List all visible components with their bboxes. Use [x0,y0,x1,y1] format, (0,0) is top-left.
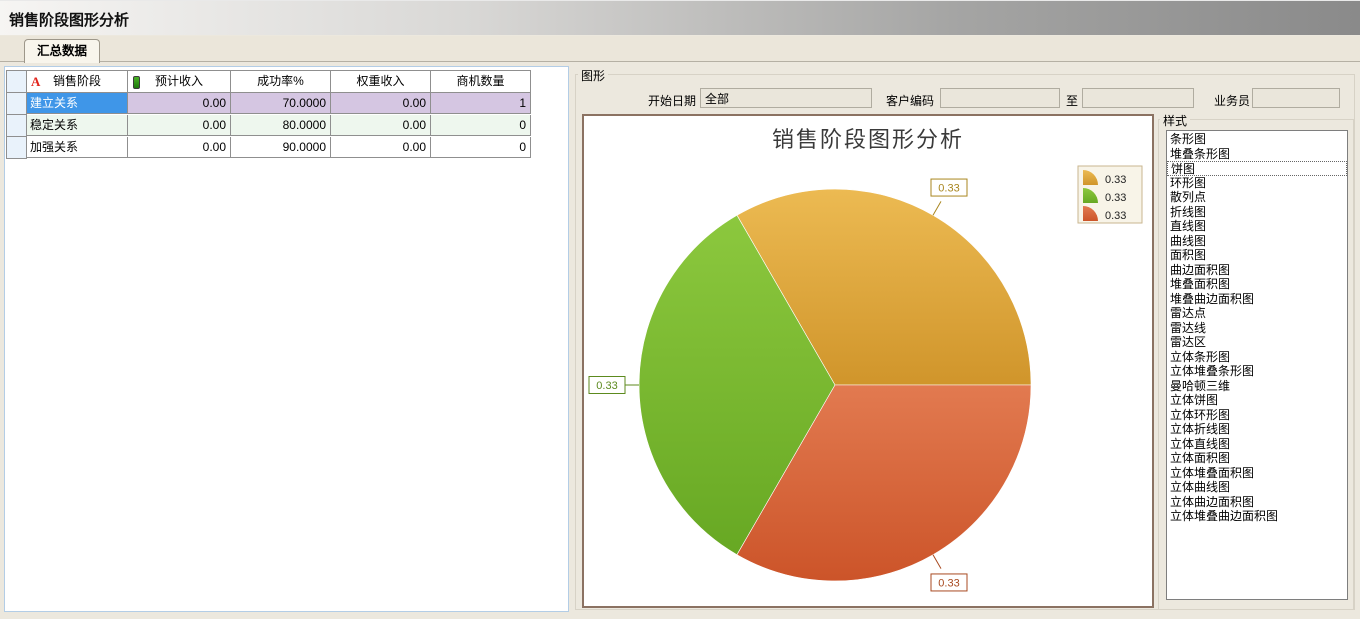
style-option[interactable]: 面积图 [1167,248,1347,263]
style-option[interactable]: 折线图 [1167,205,1347,220]
chart-title: 销售阶段图形分析 [584,122,1152,154]
style-option[interactable]: 雷达线 [1167,321,1347,336]
cell-expected[interactable]: 0.00 [128,93,231,114]
legend-item-value: 0.33 [1105,192,1126,204]
graph-groupbox-label: 图形 [578,67,608,84]
style-option[interactable]: 立体曲边面积图 [1167,495,1347,510]
salesman-input[interactable] [1252,88,1340,108]
cell-stage[interactable]: 建立关系 [27,93,128,114]
style-option[interactable]: 立体堆叠曲边面积图 [1167,509,1347,524]
legend-item-value: 0.33 [1105,210,1126,222]
customer-code-input[interactable] [940,88,1060,108]
tab-summary-data[interactable]: 汇总数据 [24,39,100,63]
column-header-stage[interactable]: A 销售阶段 [27,71,128,93]
style-option[interactable]: 饼图 [1167,161,1347,176]
style-option[interactable]: 直线图 [1167,219,1347,234]
row-selector[interactable] [7,93,27,115]
style-option[interactable]: 立体折线图 [1167,422,1347,437]
style-option[interactable]: 雷达点 [1167,306,1347,321]
style-option[interactable]: 立体饼图 [1167,393,1347,408]
cell-expected[interactable]: 0.00 [128,115,231,136]
style-option[interactable]: 立体堆叠条形图 [1167,364,1347,379]
style-listbox[interactable]: 条形图堆叠条形图饼图环形图散列点折线图直线图曲线图面积图曲边面积图堆叠面积图堆叠… [1166,130,1348,600]
sort-a-icon: A [31,71,40,92]
row-selector[interactable] [7,115,27,137]
chart-area: 销售阶段图形分析 0.33 0.33 0.33 0.33 0.33 0.33 [582,114,1154,608]
window-titlebar: 销售阶段图形分析 [0,0,1360,35]
slice-callout-line [933,201,941,215]
salesman-label: 业务员 [1214,92,1250,109]
window-title: 销售阶段图形分析 [9,9,129,30]
style-option[interactable]: 雷达区 [1167,335,1347,350]
sales-stage-table: A 销售阶段 预计收入 成功率% 权重收入 商机数量 建立关系 0.00 70.… [6,70,531,159]
style-option[interactable]: 立体面积图 [1167,451,1347,466]
cell-stage[interactable]: 稳定关系 [27,115,128,136]
style-option[interactable]: 堆叠面积图 [1167,277,1347,292]
table-row[interactable]: 稳定关系 0.00 80.0000 0.00 0 [7,115,531,137]
cell-count[interactable]: 1 [431,93,531,114]
cell-success[interactable]: 70.0000 [231,93,331,114]
pie-chart: 0.33 0.33 0.33 0.33 0.33 0.33 [584,116,1152,606]
cell-weighted[interactable]: 0.00 [331,115,431,136]
cell-weighted[interactable]: 0.00 [331,137,431,158]
slice-callout-line [933,555,941,569]
style-option[interactable]: 堆叠曲边面积图 [1167,292,1347,307]
slice-value-label: 0.33 [596,380,617,392]
cell-count[interactable]: 0 [431,137,531,158]
start-date-label: 开始日期 [648,92,696,109]
style-option[interactable]: 立体曲线图 [1167,480,1347,495]
style-option[interactable]: 立体环形图 [1167,408,1347,423]
row-selector-header [7,71,27,93]
to-label: 至 [1066,92,1078,109]
filter-pill-icon [133,76,140,89]
style-groupbox-label: 样式 [1160,112,1190,129]
table-header-row: A 销售阶段 预计收入 成功率% 权重收入 商机数量 [7,71,531,93]
column-header-expected-income[interactable]: 预计收入 [128,71,231,93]
cell-expected[interactable]: 0.00 [128,137,231,158]
column-header-success-rate[interactable]: 成功率% [231,71,331,93]
start-date-input[interactable] [700,88,872,108]
table-row[interactable]: 加强关系 0.00 90.0000 0.00 0 [7,137,531,159]
cell-success[interactable]: 90.0000 [231,137,331,158]
legend-item-value: 0.33 [1105,174,1126,186]
style-option[interactable]: 曲线图 [1167,234,1347,249]
tab-strip: 汇总数据 [0,36,1360,62]
style-option[interactable]: 环形图 [1167,176,1347,191]
summary-table-panel: A 销售阶段 预计收入 成功率% 权重收入 商机数量 建立关系 0.00 70.… [4,66,569,612]
style-option[interactable]: 曲边面积图 [1167,263,1347,278]
style-option[interactable]: 曼哈顿三维 [1167,379,1347,394]
table-row[interactable]: 建立关系 0.00 70.0000 0.00 1 [7,93,531,115]
cell-weighted[interactable]: 0.00 [331,93,431,114]
cell-count[interactable]: 0 [431,115,531,136]
slice-value-label: 0.33 [938,183,959,195]
cell-stage[interactable]: 加强关系 [27,137,128,158]
style-option[interactable]: 立体堆叠面积图 [1167,466,1347,481]
customer-code-label: 客户编码 [886,92,934,109]
column-header-weighted-income[interactable]: 权重收入 [331,71,431,93]
customer-code-to-input[interactable] [1082,88,1194,108]
style-option[interactable]: 条形图 [1167,132,1347,147]
column-header-opportunity-count[interactable]: 商机数量 [431,71,531,93]
row-selector[interactable] [7,137,27,159]
cell-success[interactable]: 80.0000 [231,115,331,136]
style-option[interactable]: 立体条形图 [1167,350,1347,365]
slice-value-label: 0.33 [938,577,959,589]
style-option[interactable]: 堆叠条形图 [1167,147,1347,162]
style-option[interactable]: 立体直线图 [1167,437,1347,452]
style-option[interactable]: 散列点 [1167,190,1347,205]
